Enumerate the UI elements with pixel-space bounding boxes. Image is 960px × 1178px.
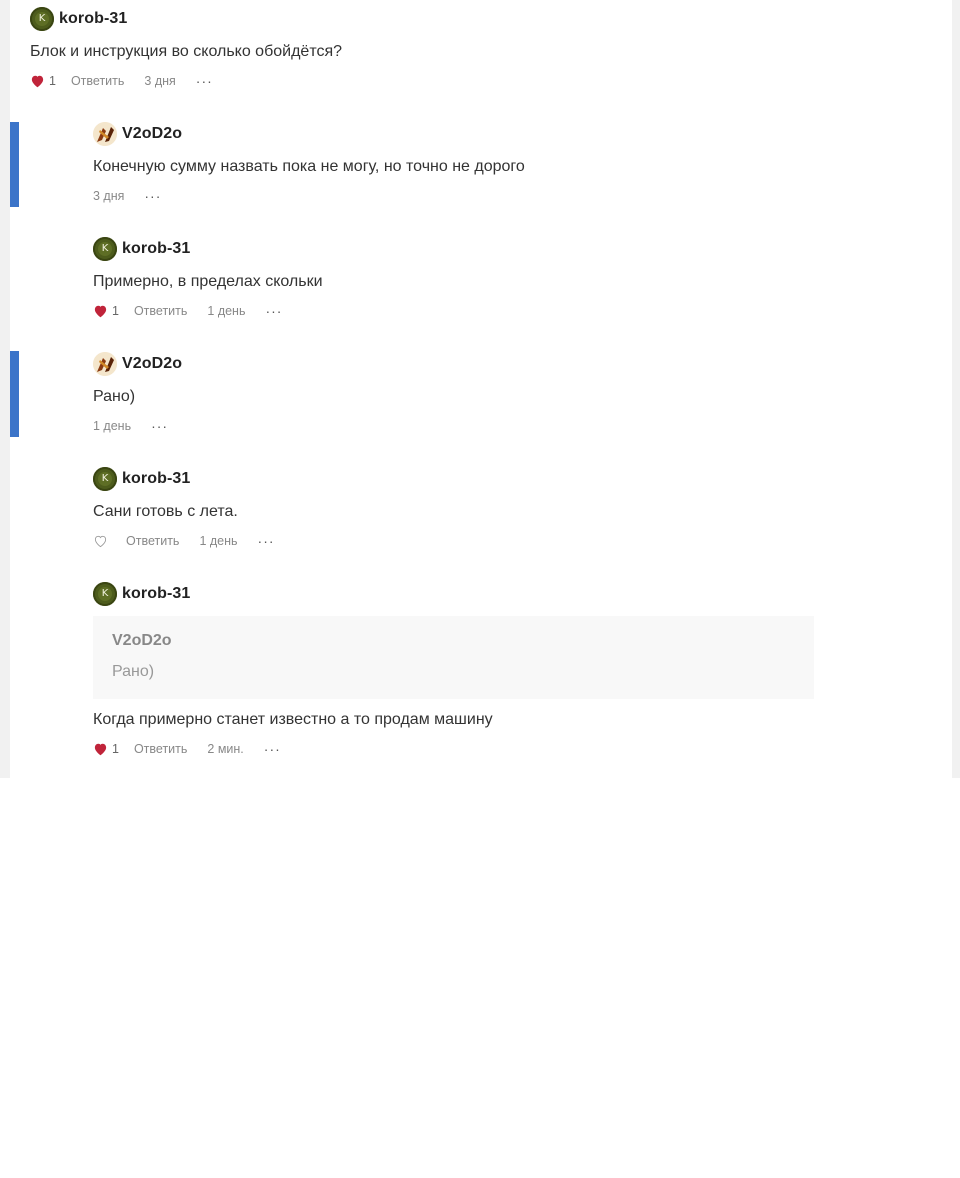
heart-filled-icon[interactable]: [30, 74, 45, 88]
author-highlight-bar: [10, 351, 19, 437]
more-options-icon[interactable]: ···: [264, 741, 281, 757]
quoted-comment: V2oD2o Рано): [93, 616, 814, 699]
comment-time[interactable]: 1 день: [93, 419, 131, 433]
heart-filled-icon[interactable]: [93, 742, 108, 756]
like-count: 1: [112, 304, 119, 318]
quote-text: Рано): [112, 663, 155, 680]
comment-thread: K korob-31 Блок и инструкция во сколько …: [10, 0, 952, 778]
comment-text: Когда примерно станет известно а то прод…: [93, 711, 493, 728]
comment-time[interactable]: 1 день: [207, 304, 245, 318]
avatar[interactable]: K: [30, 7, 54, 31]
comment-time[interactable]: 3 дня: [144, 74, 175, 88]
comment-time[interactable]: 1 день: [199, 534, 237, 548]
avatar[interactable]: K: [93, 582, 117, 606]
page-gutter-left: [0, 0, 10, 778]
more-options-icon[interactable]: ···: [258, 533, 275, 549]
comment-author[interactable]: V2oD2o: [122, 125, 182, 143]
comment-text: Блок и инструкция во сколько обойдётся?: [30, 43, 343, 60]
comment-author[interactable]: korob-31: [122, 585, 190, 603]
avatar[interactable]: [93, 352, 117, 376]
comment-author[interactable]: korob-31: [122, 240, 190, 258]
comment-text: Рано): [93, 388, 136, 405]
reply-button[interactable]: Ответить: [71, 74, 124, 88]
avatar[interactable]: K: [93, 237, 117, 261]
author-avatar-image: [93, 352, 117, 376]
reply-button[interactable]: Ответить: [134, 742, 187, 756]
avatar[interactable]: K: [93, 467, 117, 491]
page-gutter-right: [952, 0, 960, 778]
author-avatar-image: [93, 122, 117, 146]
avatar[interactable]: [93, 122, 117, 146]
more-options-icon[interactable]: ···: [151, 418, 168, 434]
comment-author[interactable]: V2oD2o: [122, 355, 182, 373]
comment: V2oD2o Рано) 1 день ···: [93, 351, 182, 436]
heart-filled-icon[interactable]: [93, 304, 108, 318]
comment-text: Конечную сумму назвать пока не могу, но …: [93, 158, 525, 175]
heart-outline-icon[interactable]: [93, 534, 108, 548]
author-highlight-bar: [10, 122, 19, 207]
avatar-initial: K: [98, 472, 112, 486]
more-options-icon[interactable]: ···: [196, 73, 213, 89]
reply-button[interactable]: Ответить: [126, 534, 179, 548]
like-count: 1: [112, 742, 119, 756]
comment-body: Когда примерно станет известно а то прод…: [93, 708, 493, 759]
comment-author[interactable]: korob-31: [122, 470, 190, 488]
avatar-initial: K: [35, 12, 49, 26]
avatar-initial: K: [98, 242, 112, 256]
comment: K korob-31 Примерно, в пределах скольки …: [93, 236, 323, 321]
more-options-icon[interactable]: ···: [144, 188, 161, 204]
comment: K korob-31 Сани готовь с лета. Ответить …: [93, 466, 275, 551]
like-count: 1: [49, 74, 56, 88]
comment-time[interactable]: 2 мин.: [207, 742, 243, 756]
avatar-initial: K: [98, 587, 112, 601]
comment: K korob-31: [93, 581, 190, 607]
comment-time[interactable]: 3 дня: [93, 189, 124, 203]
reply-button[interactable]: Ответить: [134, 304, 187, 318]
comment-text: Сани готовь с лета.: [93, 503, 238, 520]
comment-author[interactable]: korob-31: [59, 10, 127, 28]
more-options-icon[interactable]: ···: [265, 303, 282, 319]
comment: K korob-31 Блок и инструкция во сколько …: [30, 6, 342, 91]
quote-author: V2oD2o: [112, 632, 172, 649]
comment: V2oD2o Конечную сумму назвать пока не мо…: [93, 121, 525, 206]
comment-text: Примерно, в пределах скольки: [93, 273, 323, 290]
